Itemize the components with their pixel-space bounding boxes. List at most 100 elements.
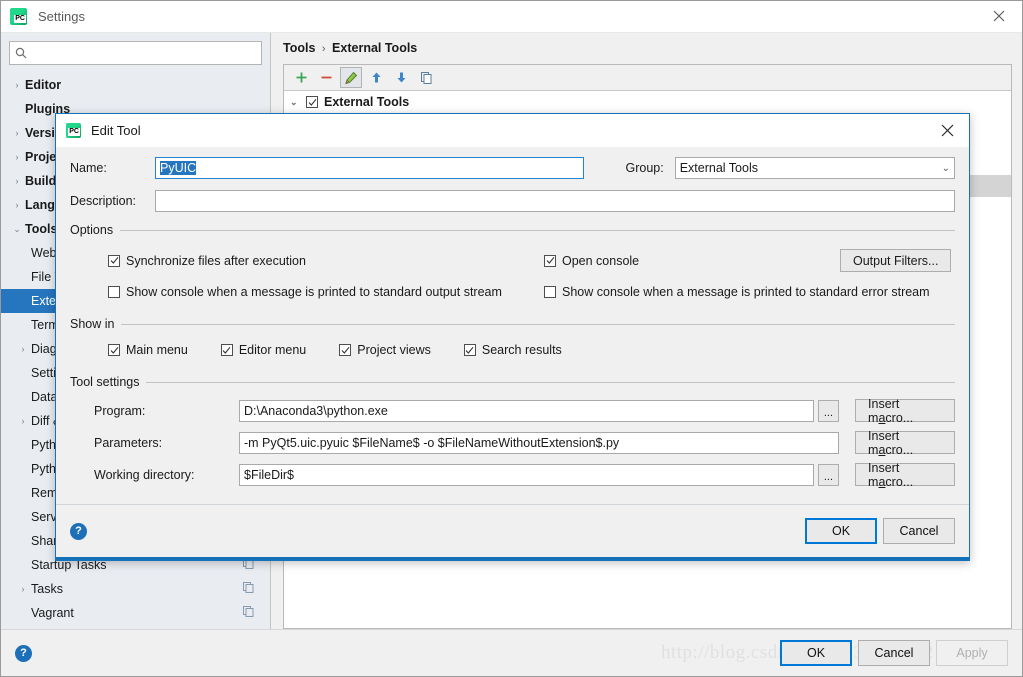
checkbox-box[interactable] xyxy=(544,254,556,267)
working-directory-insert-macro-button[interactable]: Insert macro... xyxy=(855,461,956,489)
chevron-right-icon[interactable]: › xyxy=(15,344,31,354)
working-directory-row: Working directory: $FileDir$ ... Insert … xyxy=(94,461,956,489)
group-select[interactable]: External Tools ⌄ xyxy=(674,157,955,179)
parameters-input[interactable]: -m PyQt5.uic.pyuic $FileName$ -o $FileNa… xyxy=(239,431,840,454)
tool-settings-group: Tool settings Program: D:\Anaconda3\pyth… xyxy=(70,375,956,489)
move-down-button[interactable] xyxy=(390,67,412,88)
chevron-right-icon[interactable]: › xyxy=(9,128,25,138)
chevron-down-icon: ⌄ xyxy=(941,162,950,174)
options-group-content: Synchronize files after execution Open c… xyxy=(70,237,955,299)
remove-button[interactable] xyxy=(315,67,337,88)
dialog-title: Edit Tool xyxy=(91,123,141,138)
settings-cancel-button[interactable]: Cancel xyxy=(858,640,930,666)
name-input[interactable]: PyUIC xyxy=(155,157,585,179)
output-filters-button[interactable]: Output Filters... xyxy=(840,249,952,272)
chevron-right-icon[interactable]: › xyxy=(9,80,25,90)
checkbox-project-views[interactable]: Project views xyxy=(339,343,431,357)
breadcrumb-root[interactable]: Tools xyxy=(283,41,315,55)
checkbox-open-console[interactable]: Open console xyxy=(544,254,840,268)
ellipsis-icon: ... xyxy=(823,406,834,419)
showin-row: Main menu Editor menu Project views Sear… xyxy=(108,343,955,357)
program-insert-macro-button[interactable]: Insert macro... xyxy=(855,397,956,425)
sidebar-item-editor[interactable]: › Editor xyxy=(1,73,270,97)
chevron-down-icon[interactable]: ⌄ xyxy=(9,224,25,235)
close-icon[interactable] xyxy=(976,1,1022,31)
showin-group-label: Show in xyxy=(70,317,115,331)
parameters-insert-macro-button[interactable]: Insert macro... xyxy=(855,429,955,457)
options-group: Options Synchronize files after executio… xyxy=(70,223,955,299)
chevron-right-icon[interactable]: › xyxy=(15,416,31,426)
window-title: Settings xyxy=(38,9,85,24)
checkbox-box[interactable] xyxy=(108,254,120,267)
copy-button[interactable] xyxy=(415,67,437,88)
checkbox-box[interactable] xyxy=(108,286,120,298)
description-input[interactable] xyxy=(155,190,955,212)
working-directory-input[interactable]: $FileDir$ xyxy=(239,463,814,486)
dialog-help-icon[interactable]: ? xyxy=(70,522,87,540)
search-box[interactable] xyxy=(9,41,262,65)
chevron-down-icon[interactable]: ⌄ xyxy=(290,97,306,108)
program-browse-button[interactable]: ... xyxy=(817,399,840,422)
dialog-titlebar: Edit Tool xyxy=(56,114,969,147)
insert-macro-label: Insert macro... xyxy=(868,461,942,489)
divider xyxy=(146,381,955,383)
window-titlebar: Settings xyxy=(1,1,1022,33)
dialog-close-icon[interactable] xyxy=(925,114,969,146)
checkbox-box[interactable] xyxy=(544,286,556,298)
breadcrumb-leaf: External Tools xyxy=(332,41,418,55)
search-input[interactable] xyxy=(32,45,256,61)
options-row-1: Synchronize files after execution Open c… xyxy=(108,249,955,272)
dialog-ok-button[interactable]: OK xyxy=(805,518,877,544)
working-directory-label: Working directory: xyxy=(94,467,195,482)
checkbox-box[interactable] xyxy=(463,344,476,356)
dialog-button-row: OK Cancel xyxy=(805,518,955,544)
external-tools-toolbar xyxy=(284,65,1011,91)
insert-macro-post: cro... xyxy=(885,410,914,425)
settings-ok-button[interactable]: OK xyxy=(780,640,852,666)
copy-settings-icon[interactable] xyxy=(243,582,254,596)
checkbox-search-results[interactable]: Search results xyxy=(463,343,562,357)
checkbox-show-console-stdout[interactable]: Show console when a message is printed t… xyxy=(108,285,544,299)
output-filters-label: Output Filters... xyxy=(853,253,939,268)
chevron-right-icon[interactable]: › xyxy=(9,152,25,162)
checkbox-synchronize-files[interactable]: Synchronize files after execution xyxy=(108,254,544,268)
help-icon[interactable]: ? xyxy=(15,644,32,662)
move-up-button[interactable] xyxy=(365,67,387,88)
parameters-label: Parameters: xyxy=(94,435,163,450)
sidebar-item-vagrant[interactable]: Vagrant xyxy=(1,601,270,625)
add-button[interactable] xyxy=(290,67,312,88)
checkbox-show-console-stderr[interactable]: Show console when a message is printed t… xyxy=(544,285,930,299)
checkbox-label: Open console xyxy=(562,253,640,268)
checkbox-label: Synchronize files after execution xyxy=(126,253,306,268)
program-input[interactable]: D:\Anaconda3\python.exe xyxy=(239,399,814,422)
checkbox-box[interactable] xyxy=(339,344,352,356)
sidebar-item-label: Vagrant xyxy=(31,606,74,620)
working-directory-browse-button[interactable]: ... xyxy=(817,463,840,486)
search-wrapper xyxy=(1,33,270,69)
checkbox-main-menu[interactable]: Main menu xyxy=(108,343,188,357)
checkbox-box[interactable] xyxy=(220,344,233,356)
edit-button[interactable] xyxy=(340,67,362,88)
name-group-row: Name: PyUIC Group: External Tools ⌄ xyxy=(70,157,955,179)
external-tools-root-row[interactable]: ⌄ External Tools xyxy=(284,91,1011,113)
insert-macro-post: cro... xyxy=(885,474,914,489)
chevron-right-icon[interactable]: › xyxy=(9,176,25,186)
sidebar-item-tasks[interactable]: › Tasks xyxy=(1,577,270,601)
settings-apply-button[interactable]: Apply xyxy=(936,640,1008,666)
sidebar-item-label: Editor xyxy=(25,78,62,92)
checkbox-editor-menu[interactable]: Editor menu xyxy=(220,343,306,357)
options-group-label: Options xyxy=(70,223,114,237)
program-input-value: D:\Anaconda3\python.exe xyxy=(244,403,388,418)
chevron-right-icon[interactable]: › xyxy=(9,200,25,210)
checkbox-label: Project views xyxy=(357,343,431,357)
name-label: Name: xyxy=(70,161,107,175)
checkbox-label: Search results xyxy=(481,343,562,357)
pycharm-logo-icon xyxy=(66,123,81,138)
checkbox-box[interactable] xyxy=(108,344,120,356)
copy-settings-icon[interactable] xyxy=(243,606,254,620)
dialog-footer: ? OK Cancel xyxy=(56,504,969,557)
dialog-cancel-button[interactable]: Cancel xyxy=(883,518,955,544)
external-tools-root-checkbox[interactable] xyxy=(306,96,318,108)
tool-settings-group-title: Tool settings xyxy=(70,375,955,389)
chevron-right-icon[interactable]: › xyxy=(15,584,31,594)
